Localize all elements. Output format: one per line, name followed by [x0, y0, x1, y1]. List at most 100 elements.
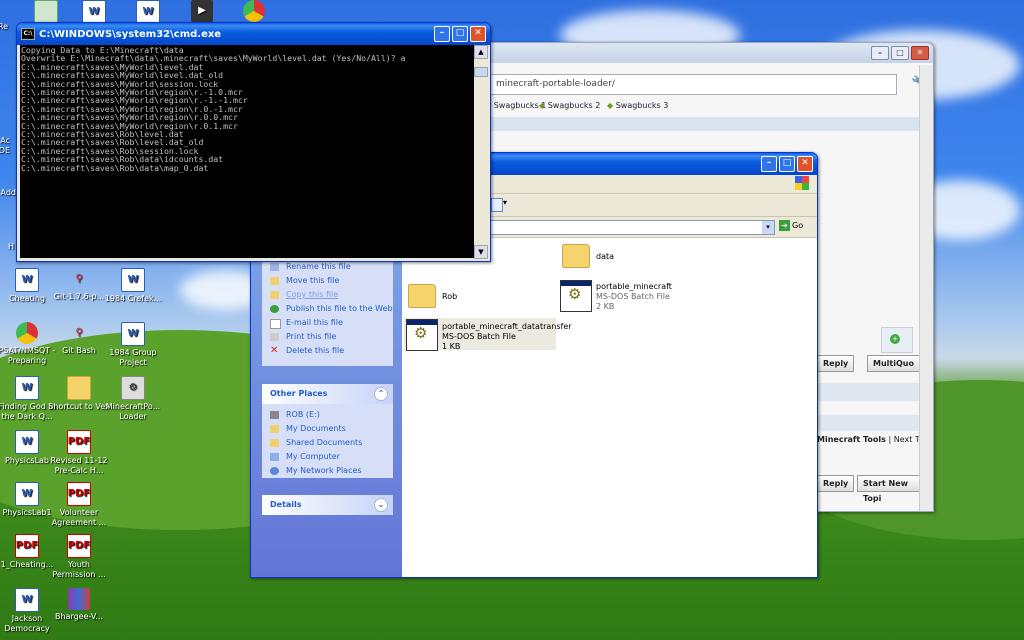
- file-tasks-panel: Rename this file Move this file Copy thi…: [262, 260, 393, 366]
- desktop-edge-label: Ac: [0, 136, 10, 145]
- file-details: portable_minecraft MS-DOS Batch File 2 K…: [596, 282, 672, 312]
- file-item-selected[interactable]: portable_minecraft_datatransfer MS-DOS B…: [404, 318, 572, 351]
- close-button[interactable]: ✕: [797, 156, 813, 172]
- close-button[interactable]: ✕: [470, 26, 486, 42]
- go-button[interactable]: ➔ Go: [779, 220, 803, 231]
- desktop-icon-label: PhysicsLab1: [2, 508, 52, 517]
- folder-icon: [408, 284, 436, 308]
- move-file-label: Move this file: [286, 276, 340, 285]
- expand-icon[interactable]: ⌄: [374, 498, 388, 512]
- desktop-icon-label: 1_Cheating...: [0, 560, 54, 569]
- desktop-icon-top-chrome[interactable]: [222, 0, 286, 24]
- desktop-icon-label: Youth Permission ...: [52, 560, 106, 579]
- email-file-label: E-mail this file: [286, 318, 343, 327]
- scroll-up-icon[interactable]: ▲: [474, 45, 488, 59]
- minecraft-tools-link[interactable]: Minecraft Tools: [817, 435, 886, 444]
- batch-file-icon: [560, 280, 592, 312]
- desktop-edge-label: H: [7, 242, 14, 251]
- git-icon: ⚲: [75, 327, 83, 338]
- bookmark-swagbucks-3[interactable]: Swagbucks 3: [607, 101, 669, 110]
- chevron-down-icon[interactable]: ▾: [762, 221, 774, 234]
- details-title: Details: [270, 500, 302, 509]
- desktop-icon-label: Git Bash: [62, 346, 96, 355]
- word-doc-icon: W: [136, 0, 160, 24]
- move-file-link[interactable]: Move this file: [262, 274, 393, 288]
- file-size: 1 KB: [442, 342, 461, 351]
- batch-file-icon: [406, 319, 438, 351]
- place-my-documents[interactable]: My Documents: [262, 422, 393, 436]
- browser-titlebar[interactable]: – □ ✕: [471, 43, 933, 63]
- other-places-title: Other Places: [270, 389, 328, 398]
- browser-scrollbar[interactable]: [919, 65, 933, 511]
- desktop-icon[interactable]: Bhargee-V...: [47, 588, 111, 622]
- file-name: data: [596, 252, 615, 261]
- desktop-icon[interactable]: W 1984 Crefek...: [101, 268, 165, 304]
- cmd-titlebar[interactable]: C:\ C:\WINDOWS\system32\cmd.exe – □ ✕: [17, 23, 490, 45]
- word-doc-icon: W: [15, 430, 39, 454]
- desktop-icon[interactable]: PDF Youth Permission ...: [47, 534, 111, 580]
- place-shared-documents[interactable]: Shared Documents: [262, 436, 393, 450]
- file-type: MS-DOS Batch File: [442, 332, 516, 341]
- print-file-link[interactable]: Print this file: [262, 330, 393, 344]
- views-icon[interactable]: [491, 198, 503, 212]
- task-pane: Rename this file Move this file Copy thi…: [251, 238, 402, 577]
- reply-button[interactable]: Reply: [817, 355, 855, 372]
- chevron-down-icon[interactable]: ▾: [503, 198, 507, 207]
- desktop-icon[interactable]: PDF Volunteer Agreement ...: [47, 482, 111, 528]
- place-my-computer[interactable]: My Computer: [262, 450, 393, 464]
- email-file-link[interactable]: E-mail this file: [262, 316, 393, 330]
- quick-reply-button[interactable]: Reply: [817, 475, 855, 492]
- delete-file-link[interactable]: ✕ Delete this file: [262, 344, 393, 358]
- scroll-thumb[interactable]: [474, 67, 488, 77]
- scroll-down-icon[interactable]: ▼: [474, 245, 488, 259]
- copy-file-link[interactable]: Copy this file: [262, 288, 393, 302]
- minimize-button[interactable]: –: [434, 26, 450, 42]
- minimize-button[interactable]: –: [871, 46, 889, 60]
- desktop-icon[interactable]: PDF Revised 11-12 Pre-Calc H...: [47, 430, 111, 476]
- place-rob-drive[interactable]: ROB (E:): [262, 408, 393, 422]
- details-header[interactable]: Details ⌄: [262, 495, 393, 515]
- multiquote-button[interactable]: MultiQuo: [867, 355, 920, 372]
- browser-address-bar[interactable]: minecraft-portable-loader/: [485, 74, 897, 95]
- file-size: 2 KB: [596, 302, 615, 311]
- desktop-edge-label: Add: [0, 188, 17, 197]
- desktop-icon-label: MinecraftPo... Loader: [105, 402, 161, 421]
- cmd-window[interactable]: C:\ C:\WINDOWS\system32\cmd.exe – □ ✕ Co…: [16, 22, 491, 262]
- git-icon: ⚲: [75, 273, 83, 284]
- publish-web-link[interactable]: Publish this file to the Web: [262, 302, 393, 316]
- delete-file-label: Delete this file: [286, 346, 345, 355]
- place-label: My Network Places: [286, 466, 362, 475]
- maximize-button[interactable]: □: [779, 156, 795, 172]
- file-list: data Rob portable_minecraft MS-DOS Batch…: [402, 232, 817, 577]
- desktop-icon[interactable]: ⚙ MinecraftPo... Loader: [101, 376, 165, 422]
- desktop-icon[interactable]: W 1984 Group Project: [101, 322, 165, 368]
- cmd-output[interactable]: Copying Data to E:\Minecraft\data Overwri…: [20, 45, 475, 258]
- delete-icon: ✕: [270, 345, 279, 356]
- collapse-icon[interactable]: ⌃: [374, 387, 388, 401]
- close-button[interactable]: ✕: [911, 46, 929, 60]
- program-icon: ⚙: [121, 376, 145, 400]
- file-name: Rob: [442, 292, 458, 301]
- file-name: portable_minecraft: [596, 282, 672, 291]
- minimize-button[interactable]: –: [761, 156, 777, 172]
- go-label: Go: [792, 221, 804, 230]
- web-icon: [270, 305, 279, 313]
- maximize-button[interactable]: □: [452, 26, 468, 42]
- rename-file-link[interactable]: Rename this file: [262, 260, 393, 274]
- cmd-scrollbar[interactable]: ▲ ▼: [474, 45, 488, 259]
- forum-nav: Minecraft Tools | Next Topi: [817, 435, 931, 444]
- other-places-panel: Other Places ⌃ ROB (E:) My Documents Shar…: [262, 384, 393, 478]
- other-places-header[interactable]: Other Places ⌃: [262, 384, 393, 404]
- desktop-icon-label: 1984 Group Project: [109, 348, 157, 367]
- bookmark-swagbucks-2[interactable]: Swagbucks 2: [539, 101, 601, 110]
- file-name: portable_minecraft_datatransfer: [442, 322, 572, 331]
- desktop-edge-label: DE: [0, 146, 10, 155]
- folder-icon: [270, 425, 279, 433]
- add-icon[interactable]: +: [890, 334, 900, 344]
- bookmark-swagbucks-1[interactable]: Swagbucks 1: [485, 101, 547, 110]
- new-topic-label: Start New Topi: [863, 479, 909, 503]
- maximize-button[interactable]: □: [891, 46, 909, 60]
- place-my-network[interactable]: My Network Places: [262, 464, 393, 478]
- word-doc-icon: W: [15, 376, 39, 400]
- chrome-icon: [243, 0, 265, 22]
